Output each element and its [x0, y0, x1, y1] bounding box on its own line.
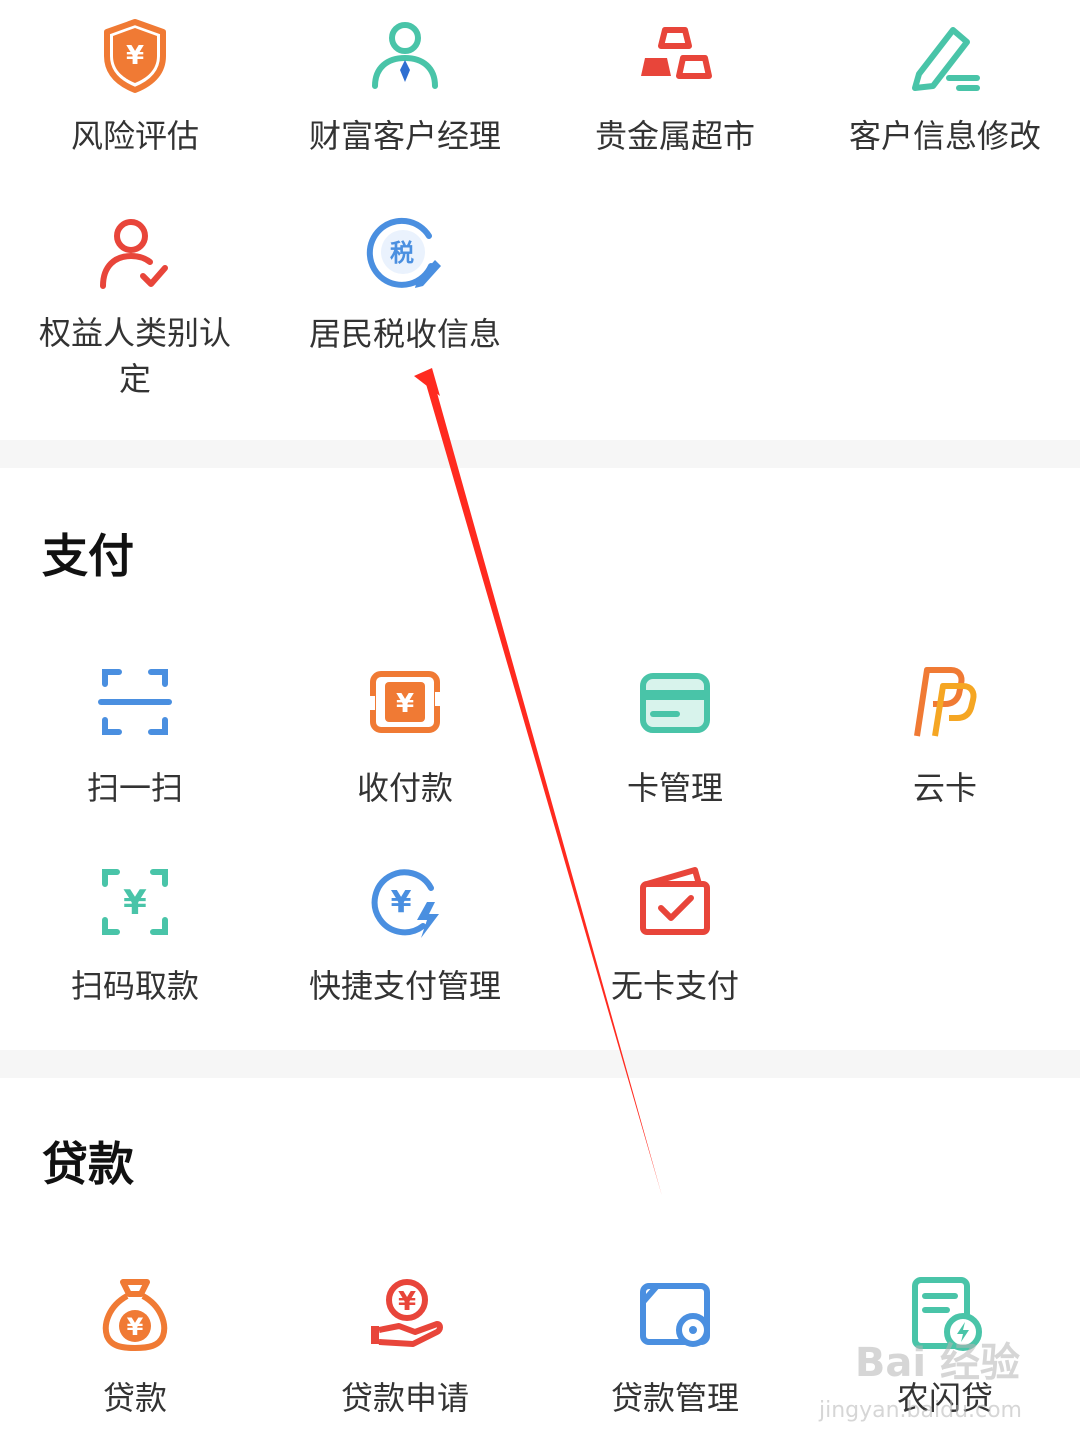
- money-bag-icon: ¥: [102, 1279, 168, 1351]
- gold-bars-icon: [641, 27, 712, 79]
- payment-scan-withdraw[interactable]: ¥ 扫码取款: [0, 840, 270, 1020]
- service-label: 客户信息修改: [848, 117, 1041, 155]
- service-label: 扫码取款: [70, 967, 199, 1005]
- baidu-watermark-url: jingyan.baidu.com: [818, 1398, 1022, 1423]
- service-label: 风险评估: [70, 117, 199, 155]
- service-label: 收付款: [356, 769, 453, 807]
- service-label: 贷款: [102, 1379, 167, 1417]
- user-check-icon: [100, 219, 168, 289]
- service-label: 卡管理: [626, 769, 723, 807]
- scan-withdraw-icon: ¥: [102, 869, 168, 935]
- receive-pay-icon: ¥: [365, 671, 445, 733]
- loan-apply[interactable]: ¥ 贷款申请: [270, 1250, 540, 1430]
- card-icon: [640, 673, 710, 733]
- service-label: 快捷支付管理: [308, 967, 501, 1005]
- svg-text:¥: ¥: [396, 689, 414, 719]
- service-label: 云卡: [912, 769, 977, 807]
- shield-yuan-icon: ¥: [104, 19, 166, 93]
- edit-pen-icon: [912, 27, 980, 91]
- loan-manage[interactable]: 贷款管理: [540, 1250, 810, 1430]
- svg-text:税: 税: [390, 239, 414, 267]
- payment-cloud-card[interactable]: 云卡: [810, 640, 1080, 820]
- payment-card-manage[interactable]: 卡管理: [540, 640, 810, 820]
- section-divider: [0, 440, 1080, 468]
- manager-icon: [372, 22, 438, 89]
- section-divider: [0, 1050, 1080, 1078]
- section-title-payment: 支付: [42, 529, 134, 583]
- svg-text:¥: ¥: [123, 883, 147, 923]
- service-tax-residency[interactable]: 税 居民税收信息: [270, 200, 540, 420]
- svg-text:¥: ¥: [398, 1287, 416, 1317]
- payment-cardless[interactable]: 无卡支付: [540, 840, 810, 1020]
- service-label: 权益人类别认定: [38, 314, 231, 398]
- service-label: 扫一扫: [86, 769, 183, 807]
- baidu-watermark-logo: Bai 经验: [854, 1340, 1020, 1386]
- service-label: 居民税收信息: [308, 315, 501, 353]
- service-wealth-manager[interactable]: 财富客户经理: [270, 0, 540, 180]
- service-risk-assessment[interactable]: ¥ 风险评估: [0, 0, 270, 180]
- payment-quick-pay[interactable]: ¥ 快捷支付管理: [270, 840, 540, 1020]
- section-title-loan: 贷款: [42, 1137, 134, 1191]
- svg-text:¥: ¥: [391, 885, 412, 920]
- service-edit-customer-info[interactable]: 客户信息修改: [810, 0, 1080, 180]
- service-label: 贵金属超市: [594, 117, 755, 155]
- loan-apply-icon: ¥: [371, 1279, 443, 1347]
- service-beneficiary-type[interactable]: 权益人类别认定: [0, 200, 270, 420]
- cardless-pay-icon: [640, 867, 710, 935]
- quick-pay-icon: ¥: [371, 869, 439, 938]
- loan-main[interactable]: ¥ 贷款: [0, 1250, 270, 1430]
- cloud-card-icon: [914, 667, 977, 737]
- service-label: 财富客户经理: [308, 117, 501, 155]
- service-label: 贷款管理: [610, 1379, 739, 1417]
- tax-edit-icon: 税: [366, 217, 441, 288]
- payment-receive-pay[interactable]: ¥ 收付款: [270, 640, 540, 820]
- svg-text:¥: ¥: [126, 41, 144, 71]
- svg-text:¥: ¥: [127, 1313, 144, 1341]
- service-precious-metals[interactable]: 贵金属超市: [540, 0, 810, 180]
- service-label: 贷款申请: [340, 1379, 469, 1417]
- payment-scan[interactable]: 扫一扫: [0, 640, 270, 820]
- scan-icon: [98, 669, 172, 735]
- loan-manage-icon: [640, 1283, 710, 1347]
- service-label: 无卡支付: [610, 967, 739, 1005]
